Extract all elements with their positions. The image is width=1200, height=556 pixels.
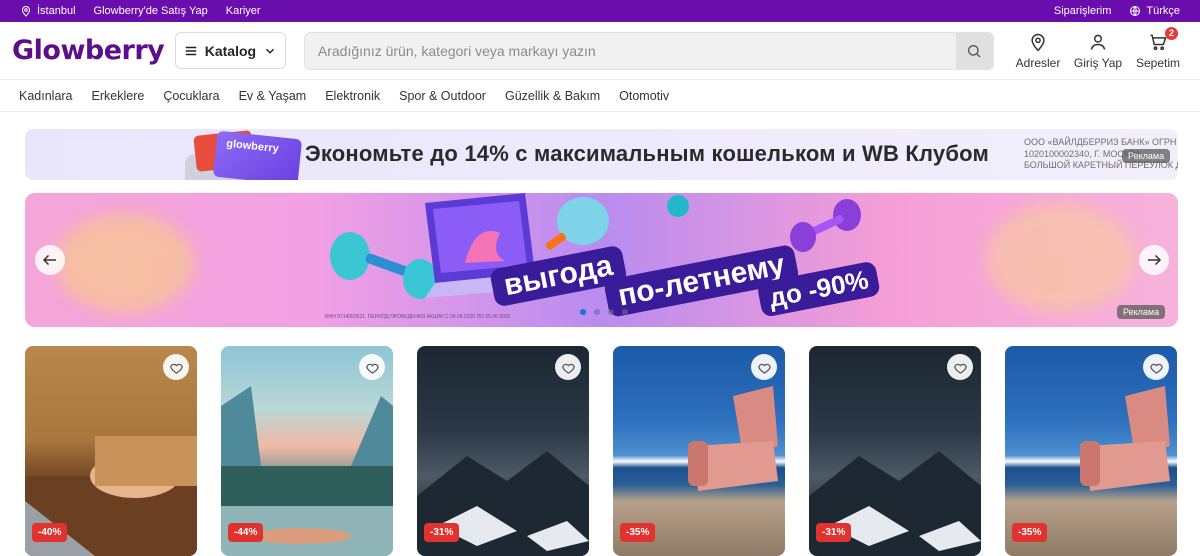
search-icon (968, 44, 981, 57)
category-men[interactable]: Erkeklere (92, 89, 145, 103)
arrow-left-icon (42, 254, 56, 266)
ball-illustration (667, 195, 689, 217)
location-label: İstanbul (37, 5, 76, 17)
favorite-button[interactable] (359, 354, 385, 380)
location-pin-icon (1031, 33, 1045, 51)
discount-badge: -35% (620, 523, 656, 542)
heart-icon (1149, 363, 1163, 374)
discount-badge: -31% (816, 523, 852, 542)
addresses-label: Adresler (1015, 55, 1061, 70)
carousel-dot[interactable] (622, 309, 628, 315)
user-icon (1090, 34, 1106, 50)
careers-label: Kariyer (225, 5, 261, 17)
addresses-button[interactable]: Adresler (1008, 32, 1068, 70)
login-label: Giriş Yap (1073, 55, 1123, 70)
cart-button[interactable]: 2 Sepetim (1128, 26, 1188, 70)
favorite-button[interactable] (751, 354, 777, 380)
product-card[interactable]: -40% (25, 346, 197, 556)
catalog-label: Katalog (204, 42, 257, 59)
promo-headline: Экономьте до 14% с максимальным кошелько… (305, 141, 989, 166)
product-card[interactable]: -31% (809, 346, 981, 556)
product-card[interactable]: -31% (417, 346, 589, 556)
heart-icon (757, 363, 771, 374)
favorite-button[interactable] (555, 354, 581, 380)
globe-icon (1130, 6, 1141, 16)
top-bar-left: İstanbul Glowberry'de Satış Yap Kariyer (20, 5, 261, 17)
orders-link[interactable]: Siparişlerim (1054, 5, 1111, 17)
orders-label: Siparişlerim (1053, 5, 1112, 17)
location-pin-icon (21, 6, 31, 17)
discount-badge: -44% (228, 523, 264, 542)
carousel-dot[interactable] (594, 309, 600, 315)
arrow-right-icon (1148, 254, 1162, 266)
top-bar: İstanbul Glowberry'de Satış Yap Kariyer … (0, 0, 1200, 22)
favorite-button[interactable] (947, 354, 973, 380)
product-card[interactable]: -35% (613, 346, 785, 556)
language-label: Türkçe (1146, 5, 1180, 17)
category-sports[interactable]: Spor & Outdoor (399, 89, 486, 103)
hero-carousel[interactable]: выгода по-летнему до -90% ИНН 9714053621… (25, 193, 1178, 327)
product-grid: -40% -44% -31% -35% -31% -35% (25, 346, 1177, 556)
chevron-down-icon (266, 48, 275, 54)
discount-badge: -35% (1012, 523, 1048, 542)
glowberry-card-illustration: glowberry (212, 130, 303, 180)
category-electronics[interactable]: Elektronik (325, 89, 380, 103)
category-nav: Kadınlara Erkeklere Çocuklara Ev & Yaşam… (0, 80, 1200, 112)
discount-badge: -40% (32, 523, 68, 542)
hero-fine-print: ИНН 9714053621, ПЕРИОД ПРОВЕДЕНИЯ АКЦИИ … (325, 314, 511, 320)
category-home[interactable]: Ev & Yaşam (239, 89, 307, 103)
category-beauty[interactable]: Güzellik & Bakım (505, 89, 600, 103)
login-button[interactable]: Giriş Yap (1068, 32, 1128, 70)
location-link[interactable]: İstanbul (20, 5, 76, 17)
product-card[interactable]: -35% (1005, 346, 1177, 556)
category-automotive[interactable]: Otomotiv (619, 89, 669, 103)
heart-icon (169, 363, 183, 374)
heart-icon (953, 363, 967, 374)
menu-icon (185, 46, 196, 55)
card-text: glowberry (225, 137, 280, 156)
promo-banner[interactable]: glowberry Экономьте до 14% с максимальны… (25, 129, 1178, 180)
category-kids[interactable]: Çocuklara (163, 89, 219, 103)
search-input[interactable] (304, 32, 956, 69)
product-card[interactable]: -44% (221, 346, 393, 556)
sell-link[interactable]: Glowberry'de Satış Yap (94, 5, 208, 17)
language-selector[interactable]: Türkçe (1129, 5, 1180, 17)
header-actions: Adresler Giriş Yap 2 Sepetim (1008, 26, 1188, 70)
decor-blob (55, 213, 195, 313)
main-header: Glowberry Katalog Adresler Giriş Yap 2 S… (0, 22, 1200, 80)
decor-blob (985, 203, 1135, 313)
discount-badge: -31% (424, 523, 460, 542)
carousel-dot[interactable] (580, 309, 586, 315)
legal-line: ООО «ВАЙЛДБЕРРИЗ БАНК» ОГРН (1024, 137, 1177, 147)
search-bar (303, 31, 994, 70)
carousel-dot[interactable] (608, 309, 614, 315)
top-bar-right: Siparişlerim Türkçe (1054, 5, 1180, 17)
sell-label: Glowberry'de Satış Yap (93, 5, 208, 17)
carousel-prev-button[interactable] (35, 245, 65, 275)
ad-label: Реклама (1122, 149, 1171, 163)
carousel-dots (580, 309, 628, 315)
armchair-beach-photo (688, 386, 778, 491)
ad-label: Реклама (1117, 305, 1166, 319)
heart-icon (365, 363, 379, 374)
favorite-button[interactable] (163, 354, 189, 380)
careers-link[interactable]: Kariyer (226, 5, 261, 17)
category-women[interactable]: Kadınlara (19, 89, 73, 103)
catalog-button[interactable]: Katalog (174, 32, 286, 69)
armchair-beach-photo (1080, 386, 1170, 491)
search-button[interactable] (955, 32, 993, 69)
site-logo[interactable]: Glowberry (12, 35, 175, 66)
heart-icon (561, 363, 575, 374)
cart-label: Sepetim (1135, 55, 1180, 70)
cart-count-badge: 2 (1164, 26, 1178, 40)
favorite-button[interactable] (1143, 354, 1169, 380)
carousel-next-button[interactable] (1139, 245, 1169, 275)
